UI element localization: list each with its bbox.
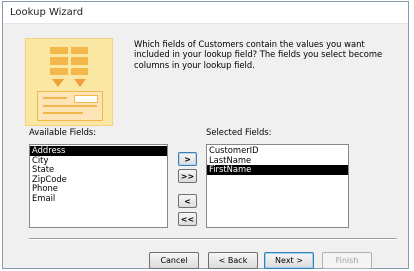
down-arrow-icon	[52, 79, 64, 87]
dialog-body: Which fields of Customers contain the va…	[3, 23, 408, 269]
list-item[interactable]: Email	[30, 193, 167, 204]
add-all-fields-button[interactable]: >>	[178, 169, 197, 183]
wizard-illustration	[25, 38, 113, 126]
list-item[interactable]: Address	[30, 145, 167, 156]
down-arrow-icon	[74, 79, 86, 87]
available-fields-label: Available Fields:	[29, 127, 97, 137]
remove-all-fields-button[interactable]: <<	[178, 212, 197, 226]
next-button[interactable]: Next >	[264, 252, 314, 269]
add-field-button[interactable]: >	[178, 152, 197, 166]
footer-separator	[29, 238, 397, 240]
illustration-lookup-table	[37, 91, 103, 121]
window-title: Lookup Wizard	[10, 7, 84, 18]
instruction-text: Which fields of Customers contain the va…	[134, 39, 383, 70]
list-item[interactable]: FirstName	[207, 164, 348, 175]
cancel-button[interactable]: Cancel	[149, 252, 199, 269]
title-bar: Lookup Wizard	[3, 2, 408, 24]
selected-fields-label: Selected Fields:	[206, 127, 272, 137]
selected-fields-list[interactable]: CustomerID LastName FirstName	[206, 144, 349, 228]
available-fields-list[interactable]: Address City State ZipCode Phone Email	[29, 144, 168, 228]
lookup-wizard-dialog: Lookup Wizard Which fields of Customers …	[2, 1, 409, 269]
back-button[interactable]: < Back	[208, 252, 258, 269]
finish-button[interactable]: Finish	[322, 252, 372, 269]
illustration-source-grid	[50, 47, 88, 75]
remove-field-button[interactable]: <	[178, 194, 197, 208]
